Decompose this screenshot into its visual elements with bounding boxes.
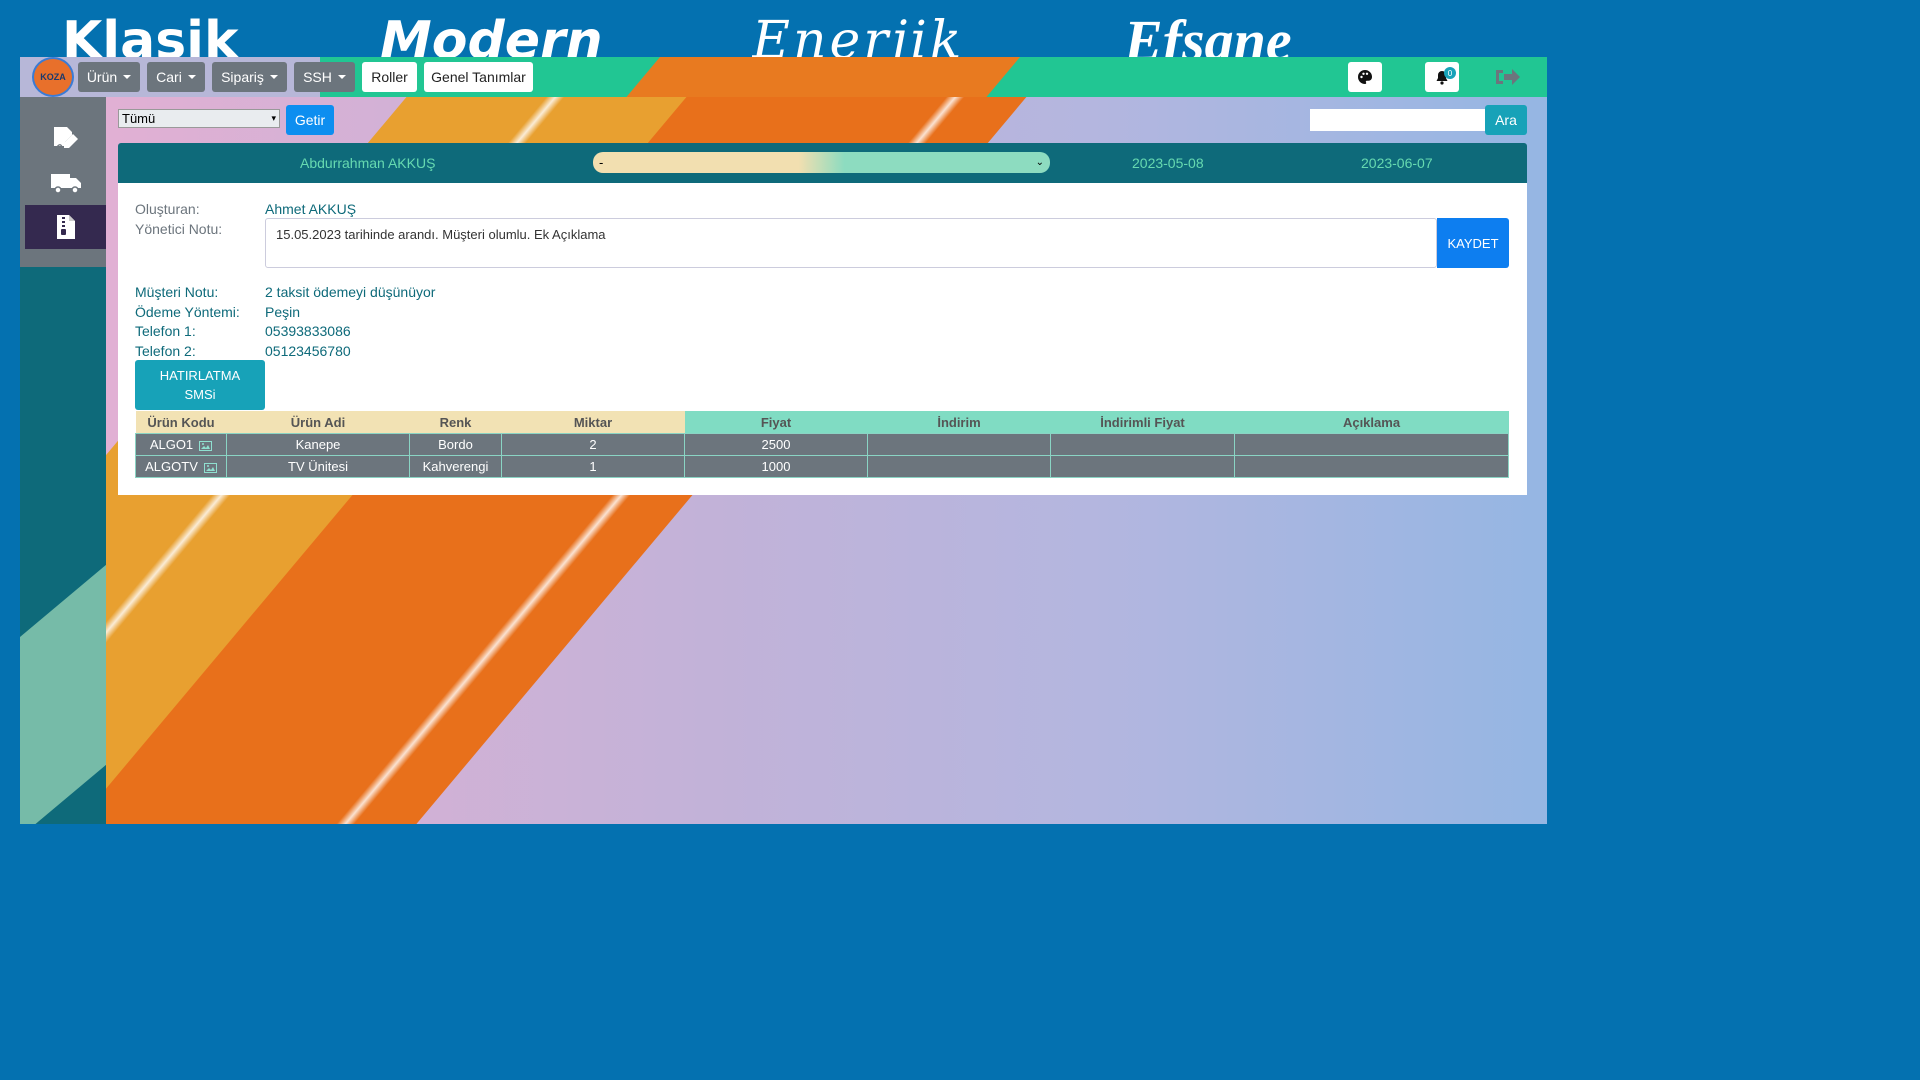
- image-icon[interactable]: [203, 462, 217, 473]
- telefon1-value: 05393833086: [265, 323, 351, 339]
- cell: 1: [501, 455, 685, 478]
- product-code-cell: ALGOTV: [135, 455, 227, 478]
- cell: ALGO1: [149, 437, 194, 452]
- caret-down-icon: [337, 75, 346, 79]
- column-header[interactable]: Miktar: [501, 411, 685, 434]
- column-header[interactable]: Ürün Kodu: [135, 411, 227, 434]
- file-signature-icon: [53, 127, 78, 148]
- musteri-notu-label: Müşteri Notu:: [135, 284, 219, 300]
- olusturan-value: Ahmet AKKUŞ: [265, 201, 357, 217]
- column-header[interactable]: Ürün Adi: [226, 411, 410, 434]
- cell: Kanepe: [226, 433, 410, 456]
- column-header[interactable]: Renk: [409, 411, 502, 434]
- cell: 2: [501, 433, 685, 456]
- cell: [867, 433, 1051, 456]
- cell: ALGOTV: [145, 459, 198, 474]
- notification-count-badge: 0: [1444, 67, 1456, 79]
- logout-button[interactable]: [1494, 65, 1522, 89]
- search-input[interactable]: [1310, 109, 1485, 131]
- odeme-yontemi-value: Peşin: [265, 304, 301, 320]
- image-icon[interactable]: [199, 440, 213, 451]
- notifications-button[interactable]: 0: [1425, 62, 1459, 92]
- cell: [1234, 455, 1509, 478]
- sms-line1: HATIRLATMA: [159, 368, 241, 383]
- nav-urun-label: Ürün: [86, 69, 118, 85]
- theme-title-klasik[interactable]: Klasik: [62, 10, 239, 58]
- sms-line2: SMSi: [184, 387, 216, 402]
- telefon2-value: 05123456780: [265, 343, 351, 359]
- ara-button[interactable]: Ara: [1485, 105, 1527, 135]
- status-select[interactable]: - ⌄: [593, 152, 1050, 173]
- theme-title-enerjik[interactable]: Enerjik: [752, 10, 964, 58]
- app-window: KOZA Ürün Cari Sipariş SSH Roller Genel …: [20, 57, 1547, 824]
- order-card-body: Oluşturan: Ahmet AKKUŞ Yönetici Notu: 15…: [118, 183, 1527, 495]
- telefon1-label: Telefon 1:: [135, 323, 196, 339]
- nav-siparis-label: Sipariş: [221, 69, 264, 85]
- table-row[interactable]: ALGOTV TV Ünitesi Kahverengi 1 1000: [135, 455, 1509, 478]
- cell: 2500: [684, 433, 868, 456]
- nav-cari-label: Cari: [156, 69, 182, 85]
- top-navbar: KOZA Ürün Cari Sipariş SSH Roller Genel …: [20, 57, 1547, 97]
- order-date: 2023-05-08: [1132, 155, 1204, 171]
- koza-logo[interactable]: KOZA: [34, 59, 72, 95]
- kaydet-button[interactable]: KAYDET: [1437, 218, 1509, 268]
- sidebar-item-shipping[interactable]: [25, 161, 106, 205]
- column-header[interactable]: İndirim: [867, 411, 1051, 434]
- order-card-header: Abdurrahman AKKUŞ - ⌄ 2023-05-08 2023-06…: [118, 143, 1527, 183]
- nav-siparis-dropdown[interactable]: Sipariş: [212, 62, 287, 92]
- telefon2-label: Telefon 2:: [135, 343, 196, 359]
- caret-down-icon: [123, 75, 132, 79]
- nav-ssh-dropdown[interactable]: SSH: [294, 62, 355, 92]
- chevron-down-icon: ▾: [271, 113, 276, 123]
- truck-icon: [50, 174, 81, 194]
- cell: [1050, 433, 1235, 456]
- filter-select[interactable]: Tümü ▾: [118, 109, 280, 128]
- cell: [1050, 455, 1235, 478]
- theme-title-efsane[interactable]: Efsane: [1124, 10, 1292, 58]
- order-items-table: Ürün Kodu Ürün Adi Renk Miktar Fiyat İnd…: [135, 411, 1509, 478]
- odeme-yontemi-label: Ödeme Yöntemi:: [135, 304, 240, 320]
- nav-ssh-label: SSH: [303, 69, 332, 85]
- filter-select-value: Tümü: [122, 111, 156, 126]
- file-archive-icon: [56, 215, 75, 239]
- yonetici-notu-label: Yönetici Notu:: [135, 221, 223, 237]
- cell: 1000: [684, 455, 868, 478]
- status-select-value: -: [599, 155, 604, 170]
- cell: Kahverengi: [409, 455, 502, 478]
- sidebar: [20, 97, 106, 824]
- hatirlatma-sms-button[interactable]: HATIRLATMA SMSi: [135, 360, 265, 410]
- nav-roller-button[interactable]: Roller: [362, 62, 417, 92]
- getir-button[interactable]: Getir: [286, 105, 334, 135]
- musteri-notu-value: 2 taksit ödemeyi düşünüyor: [265, 284, 436, 300]
- customer-name: Abdurrahman AKKUŞ: [300, 155, 436, 171]
- nav-cari-dropdown[interactable]: Cari: [147, 62, 205, 92]
- sign-out-icon: [1496, 69, 1520, 85]
- nav-genel-tanimlar-button[interactable]: Genel Tanımlar: [424, 62, 533, 92]
- sidebar-item-edit[interactable]: [25, 117, 106, 161]
- caret-down-icon: [269, 75, 278, 79]
- table-row[interactable]: ALGO1 Kanepe Bordo 2 2500: [135, 433, 1509, 456]
- theme-palette-button[interactable]: [1348, 62, 1382, 92]
- caret-down-icon: [187, 75, 196, 79]
- column-header[interactable]: İndirimli Fiyat: [1050, 411, 1235, 434]
- table-header-row: Ürün Kodu Ürün Adi Renk Miktar Fiyat İnd…: [135, 411, 1509, 434]
- palette-icon: [1358, 70, 1373, 84]
- product-code-cell: ALGO1: [135, 433, 227, 456]
- olusturan-label: Oluşturan:: [135, 201, 200, 217]
- theme-title-modern[interactable]: Modern: [380, 10, 603, 58]
- cell: [867, 455, 1051, 478]
- yonetici-notu-textarea[interactable]: 15.05.2023 tarihinde arandı. Müşteri olu…: [265, 218, 1437, 268]
- cell: Bordo: [409, 433, 502, 456]
- cell: [1234, 433, 1509, 456]
- column-header[interactable]: Açıklama: [1234, 411, 1509, 434]
- sms-button-label: HATIRLATMA SMSi: [160, 366, 240, 404]
- reminder-date: 2023-06-07: [1361, 155, 1433, 171]
- column-header[interactable]: Fiyat: [684, 411, 868, 434]
- sidebar-item-archive[interactable]: [25, 205, 106, 249]
- navbar-tint: [626, 57, 1020, 97]
- cell: TV Ünitesi: [226, 455, 410, 478]
- logo-text: KOZA: [40, 72, 66, 82]
- nav-urun-dropdown[interactable]: Ürün: [78, 62, 140, 92]
- chevron-down-icon: ⌄: [1035, 157, 1044, 168]
